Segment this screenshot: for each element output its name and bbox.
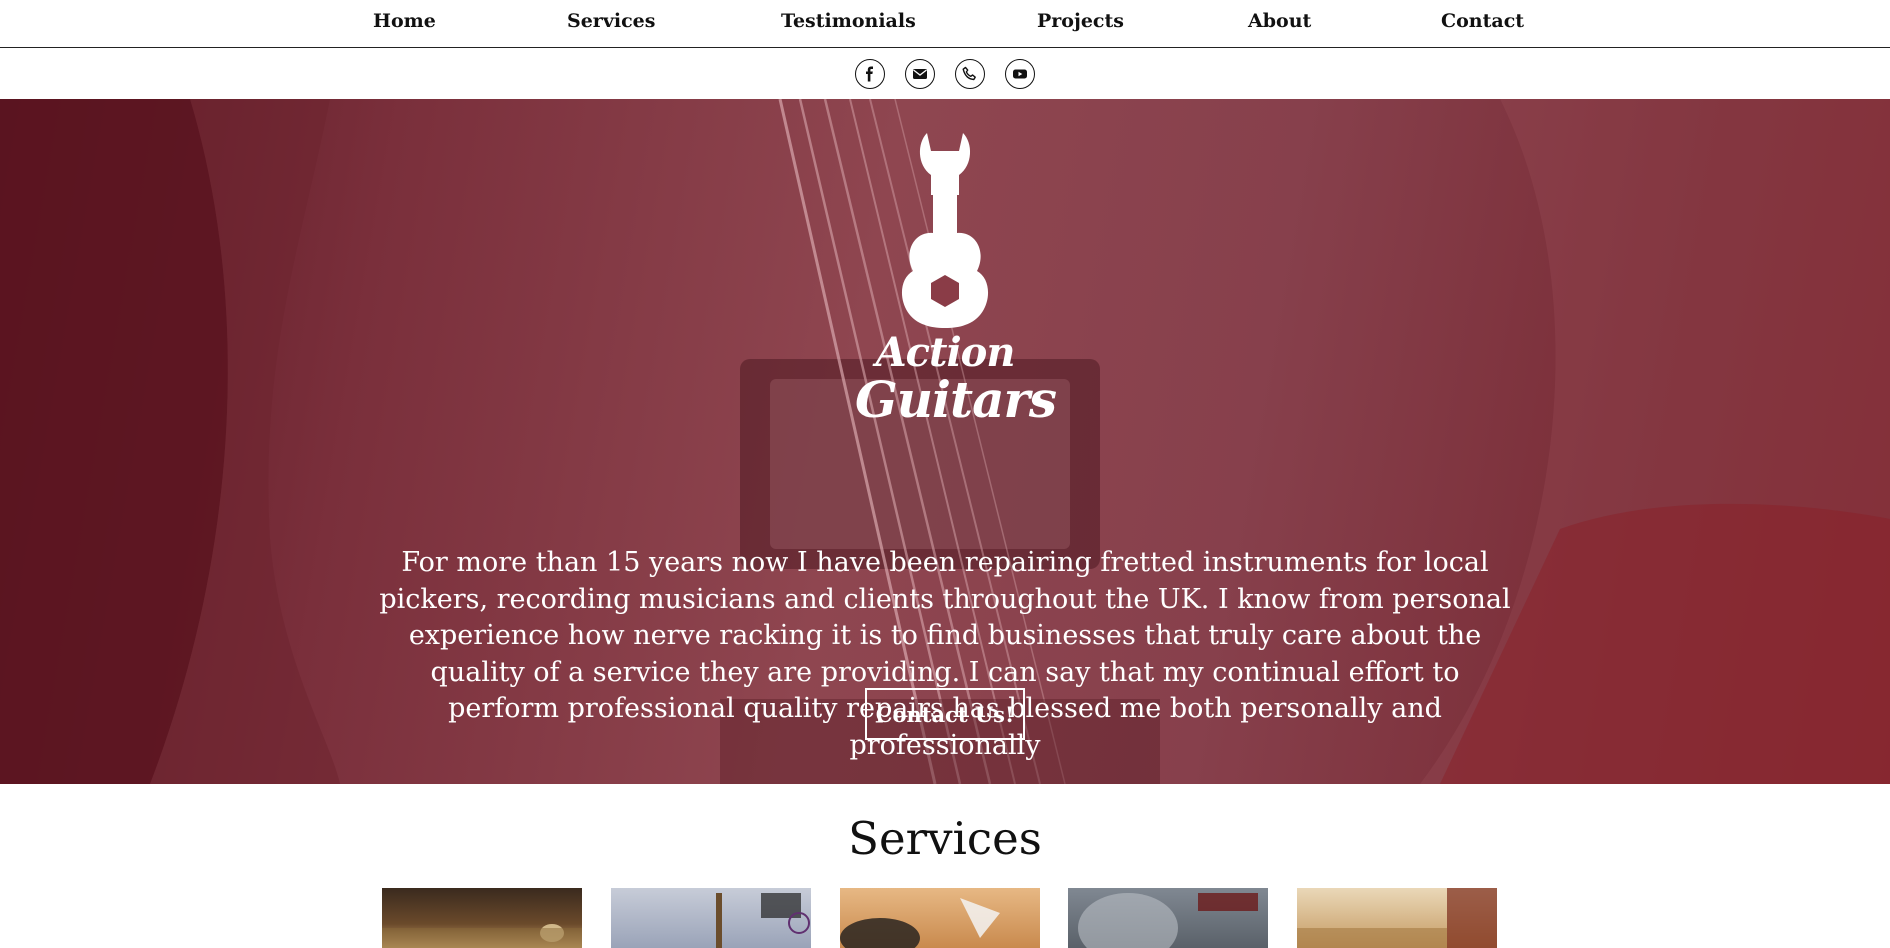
service-image-5 — [1297, 888, 1497, 948]
top-navigation: Home Services Testimonials Projects Abou… — [0, 0, 1890, 48]
facebook-button[interactable] — [855, 58, 885, 89]
youtube-icon — [1013, 69, 1027, 78]
service-card-1[interactable] — [382, 888, 582, 948]
nav-about[interactable]: About — [1248, 10, 1311, 32]
nav-home[interactable]: Home — [373, 10, 436, 32]
phone-icon — [962, 66, 976, 80]
service-image-4 — [1078, 893, 1258, 948]
guitar-wrench-icon — [901, 133, 989, 328]
logo-text-guitars: Guitars — [855, 370, 1057, 429]
hero-section: Action Guitars For more than 15 years no… — [0, 99, 1890, 784]
nav-services[interactable]: Services — [567, 10, 655, 32]
services-heading: Services — [848, 812, 1042, 865]
facebook-icon — [866, 66, 873, 81]
hero-text-line: For more than 15 years now I have been r… — [401, 547, 1489, 578]
nav-contact[interactable]: Contact — [1441, 10, 1524, 32]
hero-text-line: pickers, recording musicians and clients… — [379, 583, 1511, 615]
email-button[interactable] — [905, 58, 935, 89]
service-card-4[interactable] — [1068, 888, 1268, 948]
phone-button[interactable] — [955, 58, 985, 89]
service-image-1 — [382, 924, 582, 948]
email-icon — [913, 68, 927, 79]
services-section: Services — [0, 784, 1890, 948]
hero-text-line: quality of a service they are providing.… — [430, 656, 1460, 688]
nav-projects[interactable]: Projects — [1037, 10, 1124, 32]
social-links — [0, 48, 1890, 99]
hero-text-line: experience how nerve racking it is to fi… — [408, 620, 1482, 651]
service-image-2 — [716, 893, 810, 948]
logo-text-action: Action — [875, 329, 1016, 376]
contact-us-button[interactable]: Contact Us! — [865, 688, 1025, 740]
service-image-3 — [840, 898, 1000, 948]
service-card-3[interactable] — [840, 888, 1040, 948]
service-card-5[interactable] — [1297, 888, 1497, 948]
hero-content: Action Guitars For more than 15 years no… — [0, 99, 1890, 784]
youtube-button[interactable] — [1005, 58, 1035, 89]
action-guitars-logo: Action Guitars — [855, 125, 1057, 445]
service-card-2[interactable] — [611, 888, 811, 948]
nav-testimonials[interactable]: Testimonials — [781, 10, 916, 32]
